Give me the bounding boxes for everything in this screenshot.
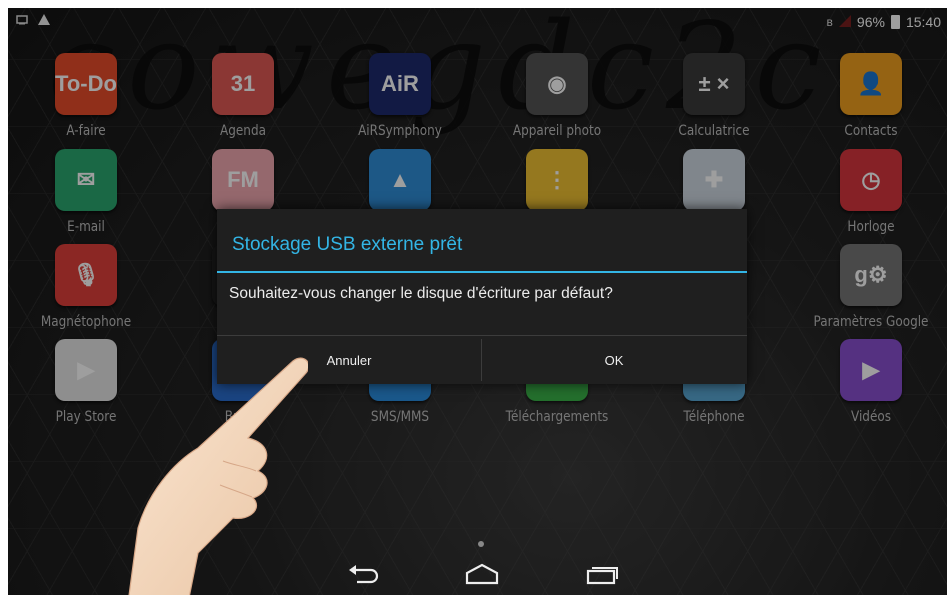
recents-icon[interactable] bbox=[574, 559, 630, 589]
dialog-title-divider bbox=[217, 271, 747, 273]
page-indicator bbox=[478, 541, 484, 547]
tablet-screen: cowegdc2c ʙ 96% 15:40 To-Do A-faire 31 Agen… bbox=[8, 8, 947, 595]
back-icon[interactable] bbox=[336, 559, 392, 589]
ok-button[interactable]: OK bbox=[482, 336, 746, 384]
pointing-hand-illustration bbox=[128, 357, 308, 595]
home-icon[interactable] bbox=[454, 559, 510, 589]
dialog-title: Stockage USB externe prêt bbox=[232, 234, 463, 255]
dialog-message: Souhaitez-vous changer le disque d'écrit… bbox=[229, 285, 613, 302]
